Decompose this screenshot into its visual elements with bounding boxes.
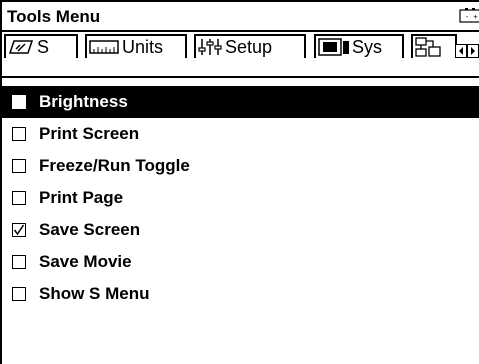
monitor-icon [318, 38, 349, 56]
svg-text:- +: - + [465, 13, 478, 21]
arrow-right-icon [471, 47, 475, 55]
checkbox[interactable] [12, 95, 26, 109]
menu-item-print-screen[interactable]: Print Screen [2, 118, 479, 150]
menu-item-label: Show S Menu [39, 284, 150, 303]
tab-label: Setup [225, 36, 273, 57]
tab-units[interactable]: Units [85, 34, 187, 58]
menu-item-label: Brightness [39, 92, 128, 111]
checkbox[interactable] [12, 191, 26, 205]
menu-item-print-page[interactable]: Print Page [2, 182, 479, 214]
menu-item-freeze-run-toggle[interactable]: Freeze/Run Toggle [2, 150, 479, 182]
menu-item-show-s-menu[interactable]: Show S Menu [2, 278, 479, 310]
tab-label: Units [122, 36, 164, 57]
menu-item-save-movie[interactable]: Save Movie [2, 246, 479, 278]
sliders-icon [198, 39, 222, 55]
pencil-icon [8, 40, 34, 54]
checkmark-icon [13, 224, 25, 236]
tab-network[interactable] [411, 34, 457, 58]
checkbox-checked[interactable] [12, 223, 26, 237]
menu-item-brightness[interactable]: Brightness [2, 86, 479, 118]
tools-menu-window: Tools Menu - + S Units Setup Sys Brightn… [0, 0, 479, 364]
checkbox[interactable] [12, 287, 26, 301]
tab-scroll-controls [455, 44, 479, 58]
checkbox[interactable] [12, 159, 26, 173]
battery-icon: - + [459, 8, 479, 23]
menu-item-label: Save Screen [39, 220, 141, 239]
menu-item-label: Print Screen [39, 124, 140, 143]
tab-bar: S Units Setup Sys [2, 32, 479, 78]
window-title: Tools Menu [7, 7, 101, 26]
tab-label: S [37, 36, 50, 57]
tab-setup[interactable]: Setup [194, 34, 306, 58]
tab-s[interactable]: S [4, 34, 78, 58]
ruler-icon [89, 40, 119, 54]
menu-item-save-screen[interactable]: Save Screen [2, 214, 479, 246]
menu-item-label: Freeze/Run Toggle [39, 156, 190, 175]
menu-item-label: Save Movie [39, 252, 132, 271]
menu-item-label: Print Page [39, 188, 124, 207]
scroll-left-button[interactable] [455, 44, 467, 58]
tools-menu-list: Brightness Print Screen Freeze/Run Toggl… [2, 86, 479, 310]
checkbox[interactable] [12, 255, 26, 269]
title-bar: Tools Menu - + [2, 2, 479, 32]
network-icon [415, 37, 441, 57]
tab-label: Sys [352, 36, 383, 57]
checkbox[interactable] [12, 127, 26, 141]
tab-sys[interactable]: Sys [314, 34, 404, 58]
arrow-left-icon [459, 47, 463, 55]
scroll-right-button[interactable] [467, 44, 479, 58]
